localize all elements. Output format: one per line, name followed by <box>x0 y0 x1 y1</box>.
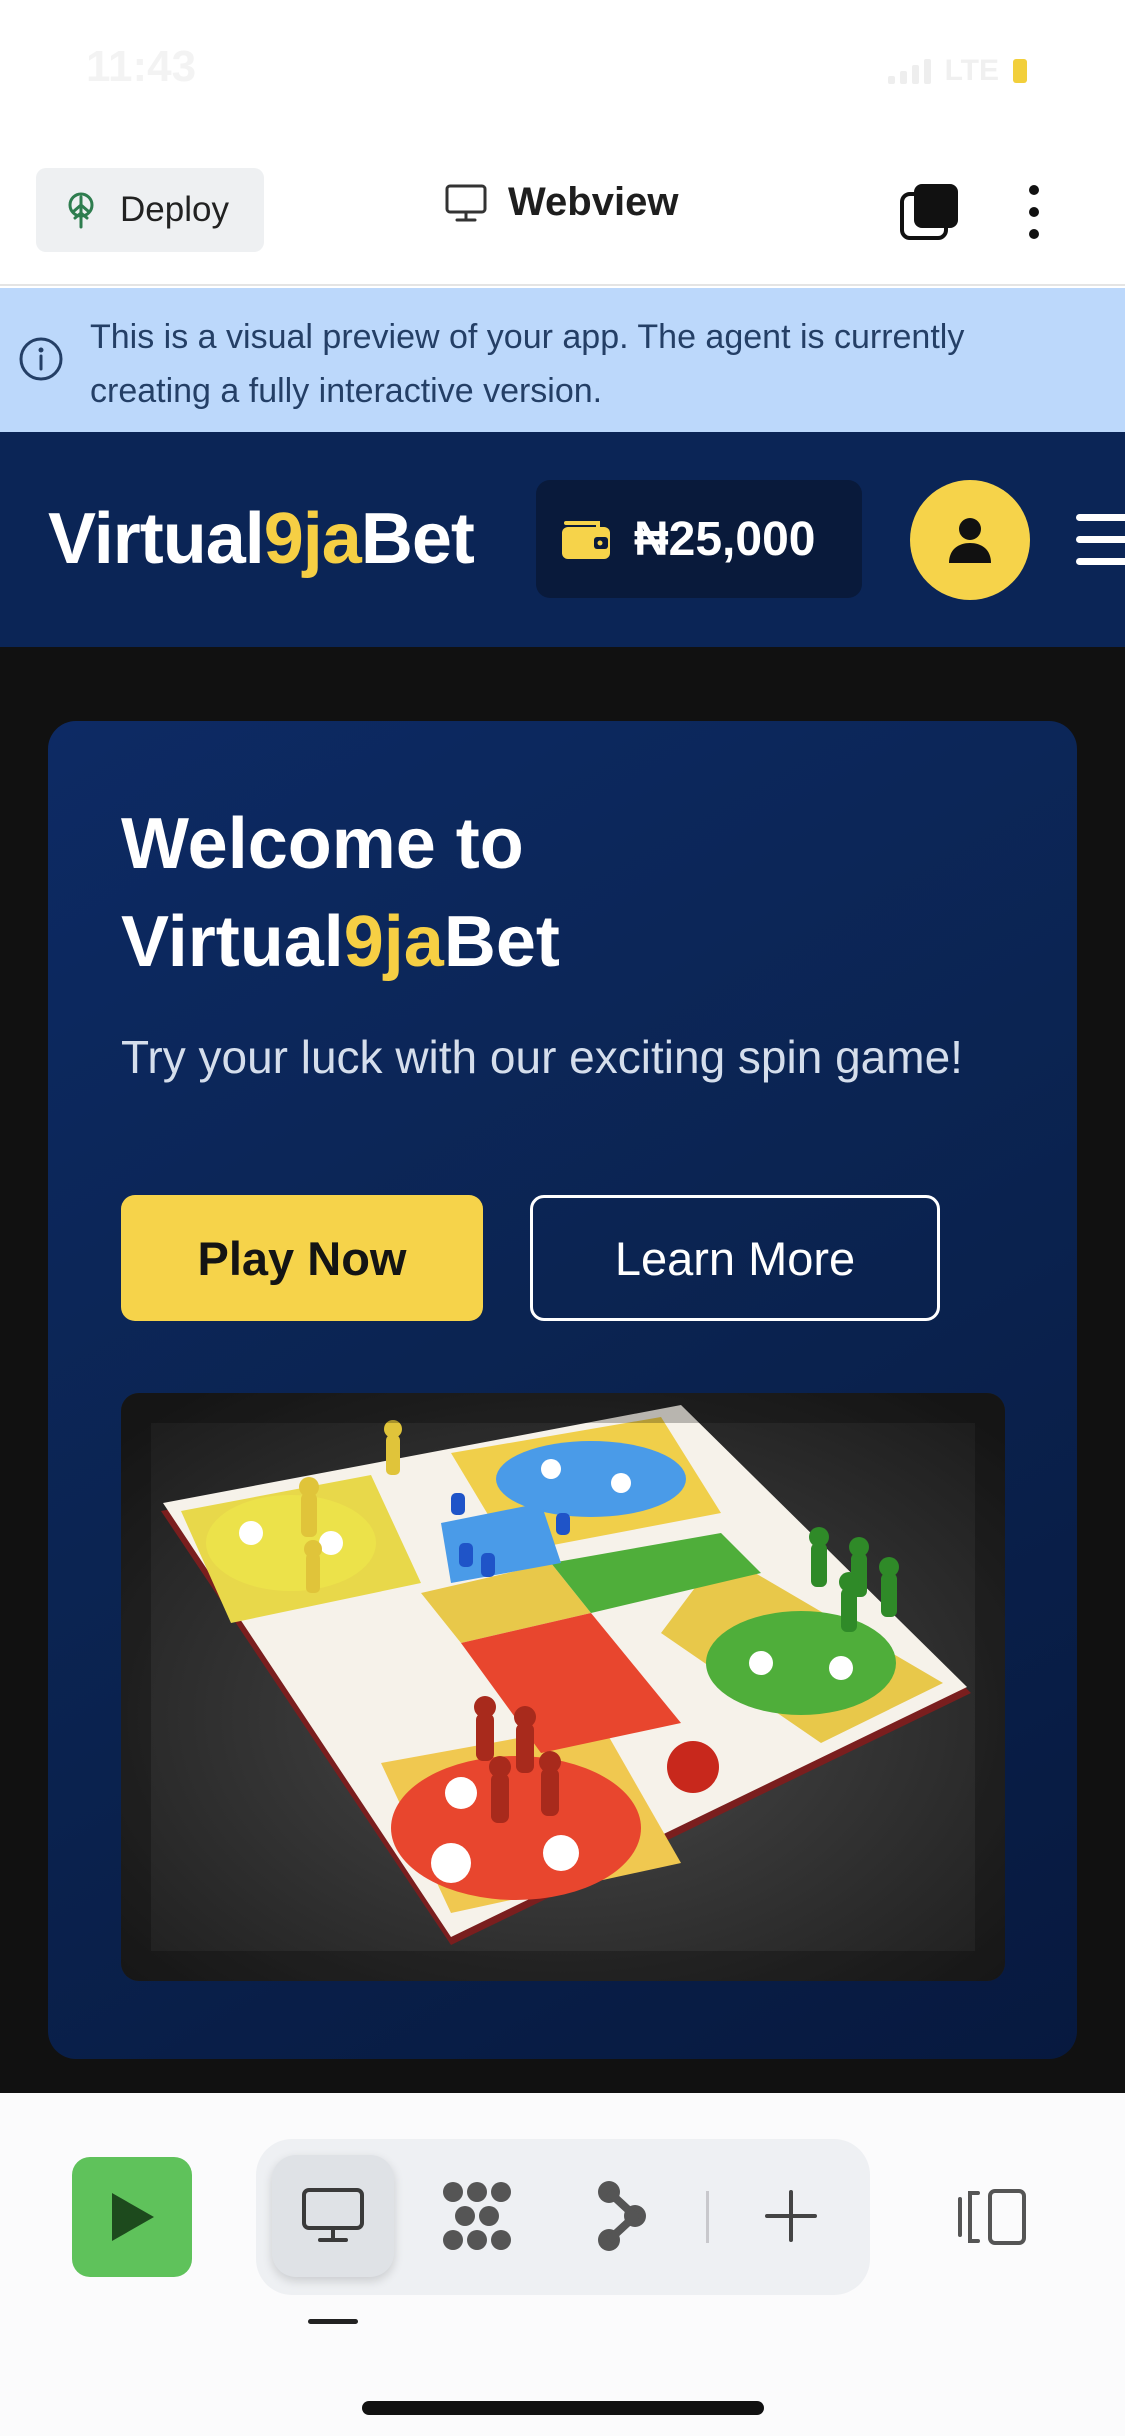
learn-more-button[interactable]: Learn More <box>530 1195 940 1321</box>
preview-tab-button[interactable] <box>272 2155 394 2277</box>
run-button[interactable] <box>72 2157 192 2277</box>
plus-icon <box>765 2190 817 2242</box>
hero-title-line1: Welcome to <box>121 804 524 884</box>
deploy-label: Deploy <box>120 190 229 229</box>
hero-title-line2: Virtual9jaBet <box>121 893 560 991</box>
ludo-board-image <box>121 1393 1005 1981</box>
webview-title: Webview <box>508 180 679 224</box>
deploy-button[interactable]: Deploy <box>36 168 264 252</box>
hamburger-menu-icon[interactable] <box>1076 514 1125 566</box>
battery-icon <box>1013 59 1027 83</box>
preview-banner: This is a visual preview of your app. Th… <box>0 288 1125 432</box>
info-icon <box>19 337 63 381</box>
signal-icon <box>887 58 931 84</box>
main-content: Welcome to Virtual9jaBet Try your luck w… <box>0 647 1125 2093</box>
wallet-amount: ₦25,000 <box>634 512 816 566</box>
hero-title-bet: Bet <box>443 902 560 982</box>
wallet-icon <box>562 521 610 559</box>
add-tab-button[interactable] <box>730 2155 852 2277</box>
monitor-icon <box>445 184 487 221</box>
logo-text-virtual: Virtual <box>48 499 265 579</box>
logo-text-9ja: 9ja <box>263 499 362 579</box>
logo[interactable]: Virtual9jaBet <box>48 498 475 580</box>
status-bar: 11:43 LTE <box>0 0 1125 140</box>
dots-grid-icon <box>443 2182 511 2250</box>
deploy-tree-icon <box>68 192 94 229</box>
split-view-button[interactable] <box>952 2157 1032 2277</box>
top-toolbar: Deploy Webview <box>0 160 1125 286</box>
network-type: LTE <box>944 54 999 87</box>
ludo-board-illustration <box>121 1393 1005 1981</box>
view-switcher <box>256 2139 870 2295</box>
flow-icon <box>598 2181 646 2251</box>
app-header: Virtual9jaBet ₦25,000 <box>0 432 1125 647</box>
play-now-button[interactable]: Play Now <box>121 1195 483 1321</box>
play-icon <box>112 2193 154 2241</box>
tool-separator <box>706 2191 709 2243</box>
banner-text: This is a visual preview of your app. Th… <box>90 318 965 410</box>
hero-title-virtual: Virtual <box>121 902 344 982</box>
hero-subtitle: Try your luck with our exciting spin gam… <box>121 1031 963 1083</box>
hero-title: Welcome to Virtual9jaBet <box>121 795 560 991</box>
flow-tab-button[interactable] <box>560 2155 682 2277</box>
tabs-icon[interactable] <box>898 180 962 244</box>
dots-tab-button[interactable] <box>416 2155 538 2277</box>
user-icon <box>949 518 991 563</box>
bottom-toolbar <box>0 2093 1125 2436</box>
wallet-balance[interactable]: ₦25,000 <box>536 480 862 598</box>
split-view-icon <box>958 2189 1026 2245</box>
home-indicator <box>362 2401 764 2415</box>
logo-text-bet: Bet <box>360 499 475 579</box>
status-time: 11:43 <box>86 42 197 91</box>
status-indicators: LTE <box>887 54 1027 88</box>
user-avatar[interactable] <box>910 480 1030 600</box>
hero-title-9ja: 9ja <box>343 902 444 982</box>
hero-card: Welcome to Virtual9jaBet Try your luck w… <box>48 721 1077 2059</box>
monitor-icon <box>302 2188 364 2242</box>
webview-tab[interactable]: Webview <box>444 180 678 225</box>
active-tab-indicator <box>308 2319 358 2324</box>
more-vertical-icon[interactable] <box>1014 180 1054 244</box>
